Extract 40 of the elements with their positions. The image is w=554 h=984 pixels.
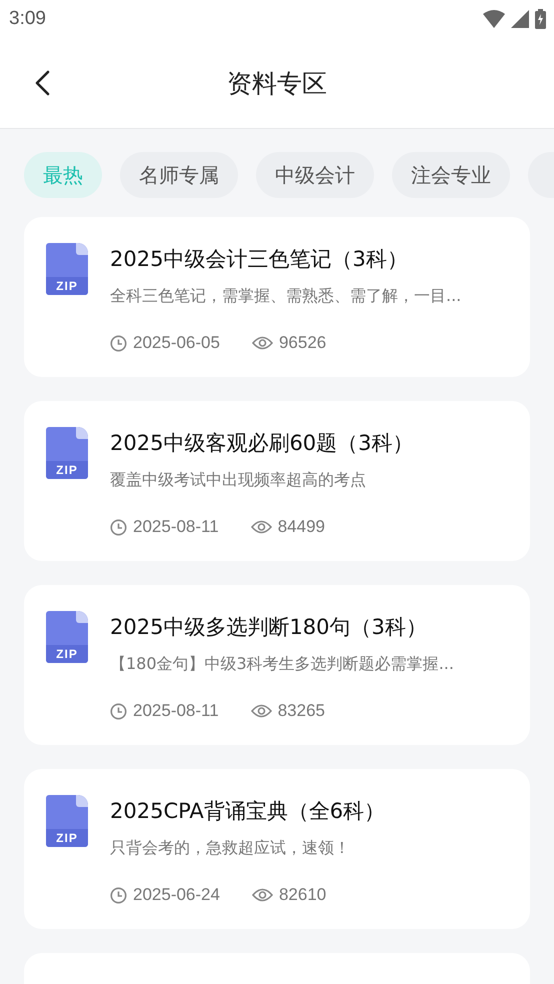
wifi-icon — [483, 10, 505, 28]
file-description: 覆盖中级考试中出现频率超高的考点 — [110, 470, 367, 491]
category-tab[interactable]: 中级会计 — [256, 152, 374, 198]
eye-icon — [250, 520, 272, 534]
clock-icon — [110, 886, 127, 904]
file-description: 全科三色笔记，需掌握、需熟悉、需了解，一目... — [110, 286, 462, 307]
eye-icon — [252, 336, 273, 350]
file-title: 2025CPA背诵宝典（全6科） — [110, 798, 386, 825]
signal-icon — [511, 10, 529, 28]
upload-date: 2025-06-05 — [133, 333, 220, 353]
file-title: 2025中级多选判断180句（3科） — [110, 614, 428, 641]
view-count: 83265 — [278, 701, 325, 721]
file-description: 【180金句】中级3科考生多选判断题必需掌握... — [110, 654, 454, 675]
status-time: 3:09 — [9, 8, 46, 30]
battery-icon — [535, 9, 546, 29]
view-count: 82610 — [278, 885, 326, 905]
file-card[interactable]: ZIP 2025中级多选判断180句（3科） 【180金句】中级3科考生多选判断题必需掌握... 2025-08-11 83265 — [24, 585, 530, 745]
zip-file-icon: ZIP — [46, 427, 88, 479]
eye-icon — [250, 704, 272, 718]
file-card[interactable]: ZIP 2025中级会计三色笔记（3科） 全科三色笔记，需掌握、需熟悉、需了解，一目... 2025-06-05 96526 — [24, 217, 530, 377]
category-tab[interactable]: 注会专业 — [392, 152, 510, 198]
file-description: 只背会考的，急救超应试，速领！ — [110, 838, 351, 859]
category-tab[interactable]: 名师专属 — [120, 152, 238, 198]
upload-date: 2025-08-11 — [133, 517, 219, 537]
upload-date: 2025-06-24 — [133, 885, 220, 905]
zip-file-icon: ZIP — [46, 611, 88, 663]
view-count: 96526 — [278, 333, 326, 353]
zip-file-icon: ZIP — [46, 243, 88, 295]
clock-icon — [110, 518, 127, 536]
zip-file-icon: ZIP — [46, 795, 88, 847]
clock-icon — [110, 702, 127, 720]
upload-date: 2025-08-11 — [133, 701, 219, 721]
file-title: 2025中级会计三色笔记（3科） — [110, 246, 409, 273]
page-title: 资料专区 — [227, 68, 327, 100]
clock-icon — [110, 334, 127, 352]
file-card[interactable]: ZIP 2025CPA背诵宝典（全6科） 只背会考的，急救超应试，速领！ 2025-06-24 82610 — [24, 769, 530, 929]
file-card[interactable]: ZIP 2025中级客观必刷60题（3科） 覆盖中级考试中出现频率超高的考点 2025-08-11 84499 — [24, 401, 530, 561]
eye-icon — [252, 888, 273, 902]
view-count: 84499 — [278, 517, 325, 537]
file-title: 2025中级客观必刷60题（3科） — [110, 430, 414, 457]
